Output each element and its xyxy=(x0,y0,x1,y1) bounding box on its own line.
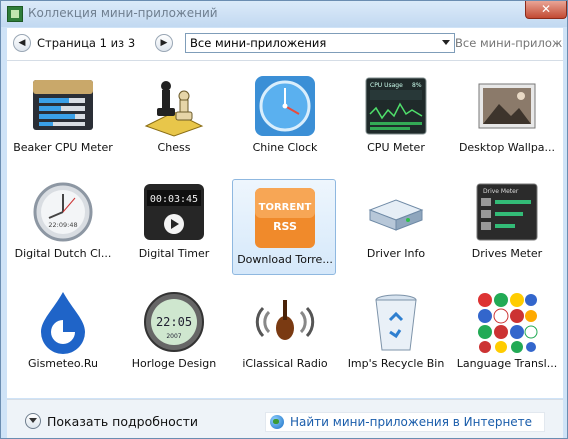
cpu-usage-text: CPU Usage xyxy=(370,82,403,89)
gadget-gallery-window: Коллекция мини-приложений ✕ ◀ Страница 1… xyxy=(0,0,568,439)
download-torrent-icon: TORRENT RSS xyxy=(255,188,315,248)
search-box[interactable] xyxy=(455,33,563,53)
beaker-cpu-meter-icon xyxy=(33,80,93,130)
window-title: Коллекция мини-приложений xyxy=(28,6,218,20)
gadget-tile-chess[interactable]: Chess xyxy=(121,67,225,163)
horloge-time: 22:05 xyxy=(156,315,192,329)
gadget-label: Desktop Wallpa... xyxy=(458,141,556,154)
chess-icon xyxy=(144,81,204,137)
cpu-percent-text: 8% xyxy=(412,82,422,89)
find-gadgets-online-label: Найти мини-приложения в Интернете xyxy=(290,415,533,429)
category-dropdown[interactable]: Все мини-приложения xyxy=(185,33,455,53)
show-details-chevron-icon[interactable] xyxy=(25,413,41,429)
gadget-tile-drives-meter[interactable]: Drive Meter Drives Meter xyxy=(454,173,558,269)
gadget-tile-recycle-bin[interactable]: Imp's Recycle Bin xyxy=(343,283,447,379)
recycle-bin-icon xyxy=(375,294,417,351)
gadget-tile-cpu-meter[interactable]: CPU Usage 8% CPU Meter xyxy=(343,67,447,163)
desktop-wallpaper-icon xyxy=(478,83,536,129)
gadget-tile-chine-clock[interactable]: Chine Clock xyxy=(232,67,336,163)
gadget-label: Beaker CPU Meter xyxy=(13,141,113,154)
digital-dutch-clock-time: 22:09:48 xyxy=(48,221,77,229)
gadget-tile-language-translator[interactable]: Language Transl... xyxy=(454,283,558,379)
gadget-tile-driver-info[interactable]: Driver Info xyxy=(343,173,447,269)
gallery-app-icon xyxy=(7,6,23,22)
iclassical-radio-icon xyxy=(255,300,315,340)
gadget-label: Digital Dutch Cl... xyxy=(14,247,112,260)
footer-bar: Показать подробности Найти мини-приложен… xyxy=(7,399,563,438)
driver-info-icon xyxy=(368,199,424,231)
chevron-down-icon[interactable] xyxy=(442,40,450,45)
gadget-label: Language Transl... xyxy=(456,357,558,370)
horloge-year: 2007 xyxy=(166,333,181,340)
gadget-label: Horloge Design xyxy=(131,357,217,370)
gadget-tile-beaker-cpu-meter[interactable]: Beaker CPU Meter xyxy=(10,67,114,163)
gadget-grid: Beaker CPU Meter Chess Chine Clock CPU U… xyxy=(7,61,563,398)
page-indicator: Страница 1 из 3 xyxy=(37,36,136,50)
gadget-label: Download Torre... xyxy=(237,253,333,266)
show-details-link[interactable]: Показать подробности xyxy=(47,414,198,429)
previous-page-button[interactable]: ◀ xyxy=(13,34,31,52)
category-dropdown-value: Все мини-приложения xyxy=(190,36,327,50)
gadget-label: Chine Clock xyxy=(252,141,318,154)
next-page-button[interactable]: ▶ xyxy=(155,34,173,52)
chine-clock-icon xyxy=(255,76,315,136)
gadget-label: Digital Timer xyxy=(138,247,210,260)
gadget-tile-gismeteo[interactable]: Gismeteo.Ru xyxy=(10,283,114,379)
digital-timer-icon: 00:03:45 xyxy=(144,184,204,240)
gadget-tile-digital-dutch-clock[interactable]: 22:09:48 Digital Dutch Cl... xyxy=(10,173,114,269)
title-bar[interactable]: Коллекция мини-приложений ✕ xyxy=(1,1,567,27)
toolbar: ◀ Страница 1 из 3 ▶ Все мини-приложения xyxy=(7,28,563,61)
gadget-label: Gismeteo.Ru xyxy=(27,357,99,370)
language-translator-icon xyxy=(478,293,538,353)
find-gadgets-online-link[interactable]: Найти мини-приложения в Интернете xyxy=(265,412,545,432)
drives-meter-icon: Drive Meter xyxy=(476,183,538,241)
horloge-design-icon: 22:05 2007 xyxy=(144,292,204,352)
globe-icon xyxy=(270,415,284,429)
gismeteo-icon xyxy=(41,292,85,354)
gadget-label: Chess xyxy=(157,141,191,154)
gadget-label: Drives Meter xyxy=(471,247,543,260)
gadget-label: Driver Info xyxy=(366,247,426,260)
close-button[interactable]: ✕ xyxy=(525,1,567,19)
gadget-label: Imp's Recycle Bin xyxy=(347,357,445,370)
rss-text: RSS xyxy=(273,220,297,233)
torrent-text: TORRENT xyxy=(259,202,312,213)
gadget-tile-iclassical-radio[interactable]: iClassical Radio xyxy=(232,283,336,379)
drive-meter-text: Drive Meter xyxy=(483,188,519,195)
gadget-tile-horloge-design[interactable]: 22:05 2007 Horloge Design xyxy=(121,283,225,379)
gadget-tile-desktop-wallpaper[interactable]: Desktop Wallpa... xyxy=(454,67,558,163)
gadget-label: iClassical Radio xyxy=(242,357,328,370)
search-input[interactable] xyxy=(455,33,563,53)
cpu-meter-icon: CPU Usage 8% xyxy=(365,77,427,135)
digital-timer-time: 00:03:45 xyxy=(150,194,198,205)
gadget-tile-download-torrent[interactable]: TORRENT RSS Download Torre... xyxy=(232,179,336,275)
digital-dutch-clock-icon: 22:09:48 xyxy=(33,182,93,242)
gadget-label: CPU Meter xyxy=(367,141,425,154)
gadget-tile-digital-timer[interactable]: 00:03:45 Digital Timer xyxy=(121,173,225,269)
